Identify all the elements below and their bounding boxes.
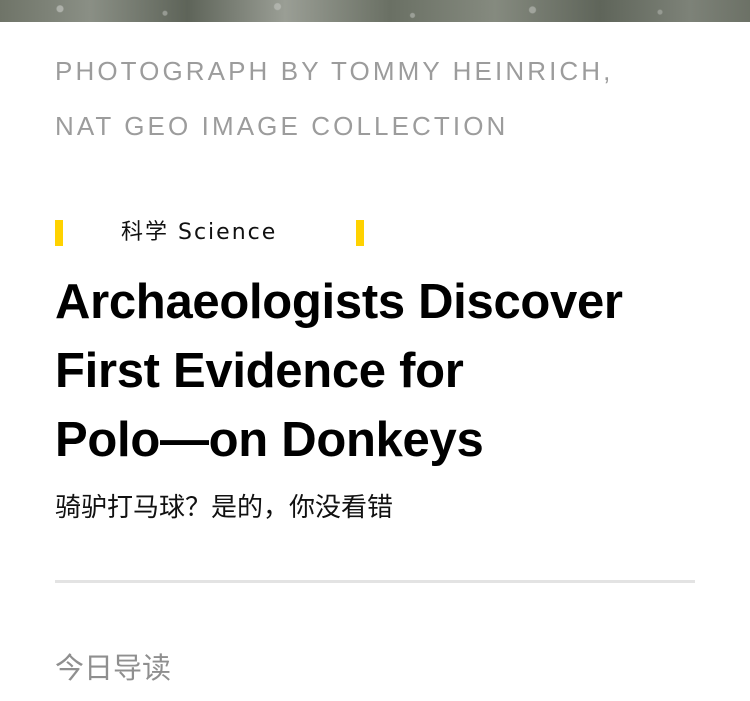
photo-credit-line-2: NAT GEO IMAGE COLLECTION xyxy=(55,111,509,141)
header-photo xyxy=(0,0,750,22)
headline-line-3: Polo—on Donkeys xyxy=(55,413,484,467)
article-subtitle: 骑驴打马球？是的，你没看错 xyxy=(55,493,394,523)
headline-line-2: First Evidence for xyxy=(55,344,464,398)
article-headline: Archaeologists Discover First Evidence f… xyxy=(55,268,745,475)
photo-credit-line-1: PHOTOGRAPH BY TOMMY HEINRICH, xyxy=(55,56,614,86)
category-tag[interactable]: 科学 Science xyxy=(55,220,375,246)
tag-accent-bar-right xyxy=(356,220,364,246)
category-tag-label: 科学 Science xyxy=(121,220,278,245)
section-divider xyxy=(55,580,695,583)
photo-credit: PHOTOGRAPH BY TOMMY HEINRICH, NAT GEO IM… xyxy=(55,44,715,154)
section-heading: 今日导读 xyxy=(55,651,172,685)
tag-accent-bar-left xyxy=(55,220,63,246)
headline-line-1: Archaeologists Discover xyxy=(55,275,623,329)
